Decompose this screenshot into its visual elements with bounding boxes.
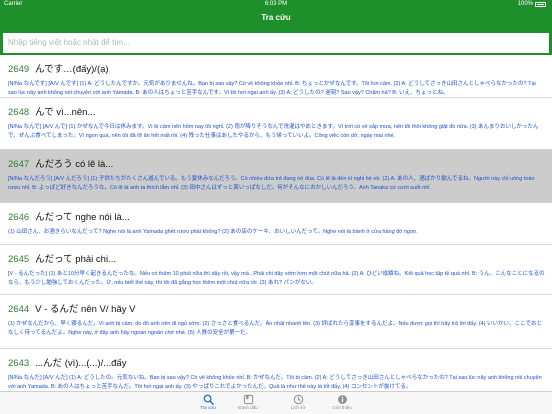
tab-label: Đánh dấu — [238, 405, 258, 410]
entry-heading: 2646 んだって nghe nói là... — [8, 209, 130, 223]
entry-title: んです…(đấy)/(ạ) — [35, 64, 109, 75]
entry-title: V - るんだ nên V/ hãy V — [35, 304, 136, 315]
list-item[interactable]: 2645 んだって phải chi... [V - るんだった] (1) あと1… — [0, 245, 552, 295]
entry-number: 2643 — [8, 358, 30, 369]
tab-search[interactable]: Tra cứu — [188, 393, 228, 414]
entry-title: んで vì...nên... — [35, 107, 96, 118]
entry-example: (1) かぜなんだから、早く寝るんだ。Vì anh bị cảm, do đó … — [8, 321, 542, 336]
entry-number: 2646 — [8, 212, 30, 223]
entry-example: (1) 山田さん、お酒きらいなんだって? Nghe nói là anh Yam… — [8, 229, 418, 235]
tab-history[interactable]: Lịch sử — [278, 393, 318, 414]
list-item[interactable]: 2648 んで vì...nên... [N/Na なんで] [A/V んで] (… — [0, 98, 552, 150]
entry-example: [N/Na なんだろう] [A/V んだろう] (1) 子供たちがたくさん遊んで… — [8, 176, 535, 191]
entry-example: [N/Na なんです] [A/V んです] (1) A: どうしたんですか。元気… — [8, 81, 536, 96]
entry-number: 2647 — [8, 159, 30, 170]
list-item[interactable]: 2644 V - るんだ nên V/ hãy V (1) かぜなんだから、早く寝… — [0, 295, 552, 349]
bookmark-icon — [243, 394, 253, 405]
status-time: 6:03 PM — [264, 1, 288, 7]
tab-bookmarks[interactable]: Đánh dấu — [228, 393, 268, 414]
battery-icon — [535, 2, 546, 7]
battery-percent: 100% — [517, 1, 533, 7]
page-title: Tra cứu — [261, 13, 291, 22]
entry-title: んだって phải chi... — [35, 254, 116, 265]
list-item-selected[interactable]: 2647 んだろう có lẽ là... [N/Na なんだろう] [A/V ん… — [0, 150, 552, 203]
entry-heading: 2649 んです…(đấy)/(ạ) — [8, 61, 109, 75]
tab-label: Lịch sử — [290, 405, 306, 410]
search-bar — [0, 29, 552, 55]
entry-heading: 2647 んだろう có lẽ là... — [8, 156, 113, 170]
info-icon — [337, 395, 347, 404]
entry-title: ...んだ (vì)...(...)/...đấy — [35, 358, 127, 369]
search-input[interactable] — [3, 32, 549, 53]
entry-heading: 2645 んだって phải chi... — [8, 251, 116, 265]
list-item[interactable]: 2646 んだって nghe nói là... (1) 山田さん、お酒きらいなん… — [0, 203, 552, 245]
history-icon — [293, 394, 303, 405]
status-bar: Carrier 6:03 PM 100% — [0, 0, 552, 9]
tab-bar: Tra cứu Đánh dấu Lịch sử Giới thiệu — [0, 391, 552, 414]
entry-title: んだろう có lẽ là... — [35, 159, 114, 170]
grammar-list[interactable]: 2649 んです…(đấy)/(ạ) [N/Na なんです] [A/V んです] … — [0, 55, 552, 391]
battery-indicator: 100% — [518, 0, 546, 9]
nav-bar: Tra cứu — [0, 9, 552, 29]
entry-heading: 2643 ...んだ (vì)...(...)/...đấy — [8, 355, 126, 369]
tab-about[interactable]: Giới thiệu — [322, 393, 362, 414]
entry-heading: 2648 んで vì...nên... — [8, 104, 95, 118]
entry-example: [V - るんだった] (1) あと10分早く起きるんだったな。Nếu có t… — [8, 271, 545, 286]
entry-example: [N/Na なんで] [A/V んで] (1) かぜなんで今日は休みます。Vì … — [8, 124, 539, 139]
tab-label: Giới thiệu — [332, 405, 352, 410]
entry-number: 2645 — [8, 254, 30, 265]
entry-number: 2648 — [8, 107, 30, 118]
entry-heading: 2644 V - るんだ nên V/ hãy V — [8, 301, 135, 315]
entry-example: [N/Na なんだ] [A/V んだ] (1) A: どうしたの。元気ないね。B… — [8, 375, 542, 390]
search-icon — [203, 394, 214, 405]
entry-title: んだって nghe nói là... — [35, 212, 130, 223]
app-window: Carrier 6:03 PM 100% Tra cứu 2649 んです…(đấ… — [0, 0, 552, 414]
entry-number: 2644 — [8, 304, 30, 315]
tab-label: Tra cứu — [200, 405, 216, 410]
list-item[interactable]: 2643 ...んだ (vì)...(...)/...đấy [N/Na なんだ]… — [0, 349, 552, 391]
list-item[interactable]: 2649 んです…(đấy)/(ạ) [N/Na なんです] [A/V んです] … — [0, 55, 552, 98]
entry-number: 2649 — [8, 64, 30, 75]
